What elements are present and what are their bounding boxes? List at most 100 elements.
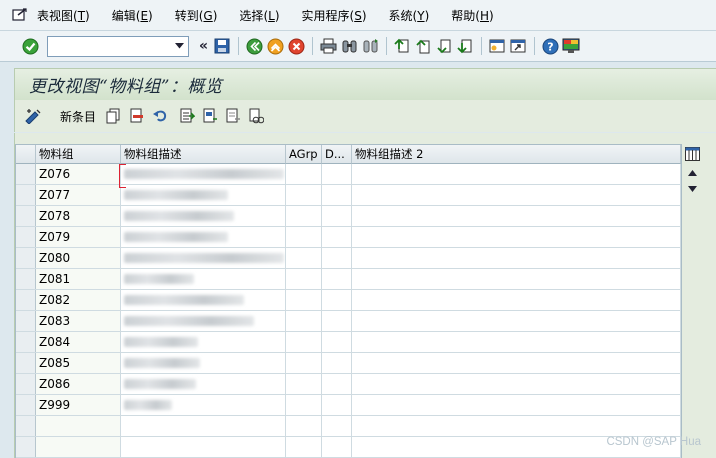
d-cell[interactable] — [322, 290, 352, 310]
exit-icon[interactable] — [265, 36, 285, 56]
material-group-desc-cell[interactable] — [121, 395, 286, 415]
details-icon[interactable] — [246, 106, 266, 126]
agrp-cell[interactable] — [286, 164, 322, 184]
agrp-cell[interactable] — [286, 269, 322, 289]
undo-icon[interactable] — [150, 106, 170, 126]
new-entries-button[interactable]: 新条目 — [54, 108, 96, 125]
material-group-desc-cell[interactable] — [121, 164, 286, 184]
menu-goto[interactable]: 转到(G) — [175, 7, 218, 24]
next-page-icon[interactable] — [434, 36, 454, 56]
material-group-desc2-cell[interactable] — [352, 311, 681, 331]
scroll-down-icon[interactable] — [684, 182, 701, 196]
material-group-desc2-cell[interactable] — [352, 185, 681, 205]
cancel-icon[interactable] — [286, 36, 306, 56]
menu-edit[interactable]: 编辑(E) — [112, 7, 153, 24]
d-cell[interactable] — [322, 206, 352, 226]
table-settings-icon[interactable] — [684, 144, 701, 163]
vertical-scrollbar[interactable] — [684, 144, 701, 458]
d-cell[interactable] — [322, 269, 352, 289]
row-selector[interactable] — [16, 269, 36, 289]
agrp-cell[interactable] — [286, 374, 322, 394]
row-selector[interactable] — [16, 311, 36, 331]
menu-help[interactable]: 帮助(H) — [451, 7, 493, 24]
material-group-desc2-cell[interactable] — [352, 227, 681, 247]
row-selector[interactable] — [16, 437, 36, 457]
chevron-down-icon[interactable] — [172, 39, 186, 53]
d-cell[interactable] — [322, 416, 352, 436]
save-icon[interactable] — [212, 36, 232, 56]
agrp-cell[interactable] — [286, 437, 322, 457]
select-all-rows-header[interactable] — [16, 145, 36, 164]
agrp-cell[interactable] — [286, 290, 322, 310]
find-next-icon[interactable] — [360, 36, 380, 56]
help-icon[interactable]: ? — [540, 36, 560, 56]
row-selector[interactable] — [16, 395, 36, 415]
column-header-material-group-desc2[interactable]: 物料组描述 2 — [352, 145, 681, 164]
material-group-desc-cell[interactable] — [121, 185, 286, 205]
material-group-desc-cell[interactable] — [121, 290, 286, 310]
row-selector[interactable] — [16, 164, 36, 184]
row-selector[interactable] — [16, 374, 36, 394]
column-header-d[interactable]: D... — [322, 145, 352, 164]
d-cell[interactable] — [322, 332, 352, 352]
row-selector[interactable] — [16, 227, 36, 247]
first-page-icon[interactable] — [392, 36, 412, 56]
table-view-icon[interactable] — [9, 4, 31, 26]
agrp-cell[interactable] — [286, 248, 322, 268]
copy-icon[interactable] — [104, 106, 124, 126]
material-group-desc-cell[interactable] — [121, 332, 286, 352]
scroll-up-icon[interactable] — [684, 166, 701, 180]
d-cell[interactable] — [322, 248, 352, 268]
material-group-desc2-cell[interactable] — [352, 332, 681, 352]
agrp-cell[interactable] — [286, 227, 322, 247]
menu-table-view[interactable]: 表视图(T) — [37, 7, 90, 24]
agrp-cell[interactable] — [286, 206, 322, 226]
agrp-cell[interactable] — [286, 353, 322, 373]
collapse-chevron-icon[interactable]: « — [199, 38, 208, 54]
agrp-cell[interactable] — [286, 185, 322, 205]
column-header-agrp[interactable]: AGrp — [286, 145, 322, 164]
enter-check-icon[interactable] — [20, 36, 40, 56]
display-change-icon[interactable] — [23, 106, 43, 126]
material-group-desc2-cell[interactable] — [352, 416, 681, 436]
menu-utilities[interactable]: 实用程序(S) — [302, 7, 367, 24]
material-group-desc-cell[interactable] — [121, 248, 286, 268]
column-header-material-group[interactable]: 物料组 — [36, 145, 121, 164]
last-page-icon[interactable] — [455, 36, 475, 56]
select-all-icon[interactable] — [177, 106, 197, 126]
d-cell[interactable] — [322, 395, 352, 415]
material-group-desc-cell[interactable] — [121, 206, 286, 226]
material-group-desc-cell[interactable] — [121, 374, 286, 394]
command-input[interactable] — [48, 36, 172, 54]
material-group-desc2-cell[interactable] — [352, 290, 681, 310]
row-selector[interactable] — [16, 416, 36, 436]
d-cell[interactable] — [322, 164, 352, 184]
new-session-icon[interactable] — [487, 36, 507, 56]
row-selector[interactable] — [16, 206, 36, 226]
d-cell[interactable] — [322, 437, 352, 457]
d-cell[interactable] — [322, 374, 352, 394]
row-selector[interactable] — [16, 248, 36, 268]
find-icon[interactable] — [339, 36, 359, 56]
material-group-desc2-cell[interactable] — [352, 206, 681, 226]
column-header-material-group-desc[interactable]: 物料组描述 — [121, 145, 286, 164]
d-cell[interactable] — [322, 353, 352, 373]
material-group-desc-cell[interactable] — [121, 353, 286, 373]
material-group-desc-cell[interactable] — [121, 311, 286, 331]
select-block-icon[interactable] — [200, 106, 220, 126]
row-selector[interactable] — [16, 332, 36, 352]
agrp-cell[interactable] — [286, 311, 322, 331]
menu-system[interactable]: 系统(Y) — [389, 7, 430, 24]
d-cell[interactable] — [322, 227, 352, 247]
material-group-desc-cell[interactable] — [121, 416, 286, 436]
agrp-cell[interactable] — [286, 332, 322, 352]
material-group-desc-cell[interactable] — [121, 437, 286, 457]
material-group-desc-cell[interactable] — [121, 227, 286, 247]
deselect-all-icon[interactable] — [223, 106, 243, 126]
prev-page-icon[interactable] — [413, 36, 433, 56]
print-icon[interactable] — [318, 36, 338, 56]
shortcut-icon[interactable] — [508, 36, 528, 56]
material-group-desc2-cell[interactable] — [352, 374, 681, 394]
material-group-desc2-cell[interactable] — [352, 395, 681, 415]
material-group-desc-cell[interactable] — [121, 269, 286, 289]
